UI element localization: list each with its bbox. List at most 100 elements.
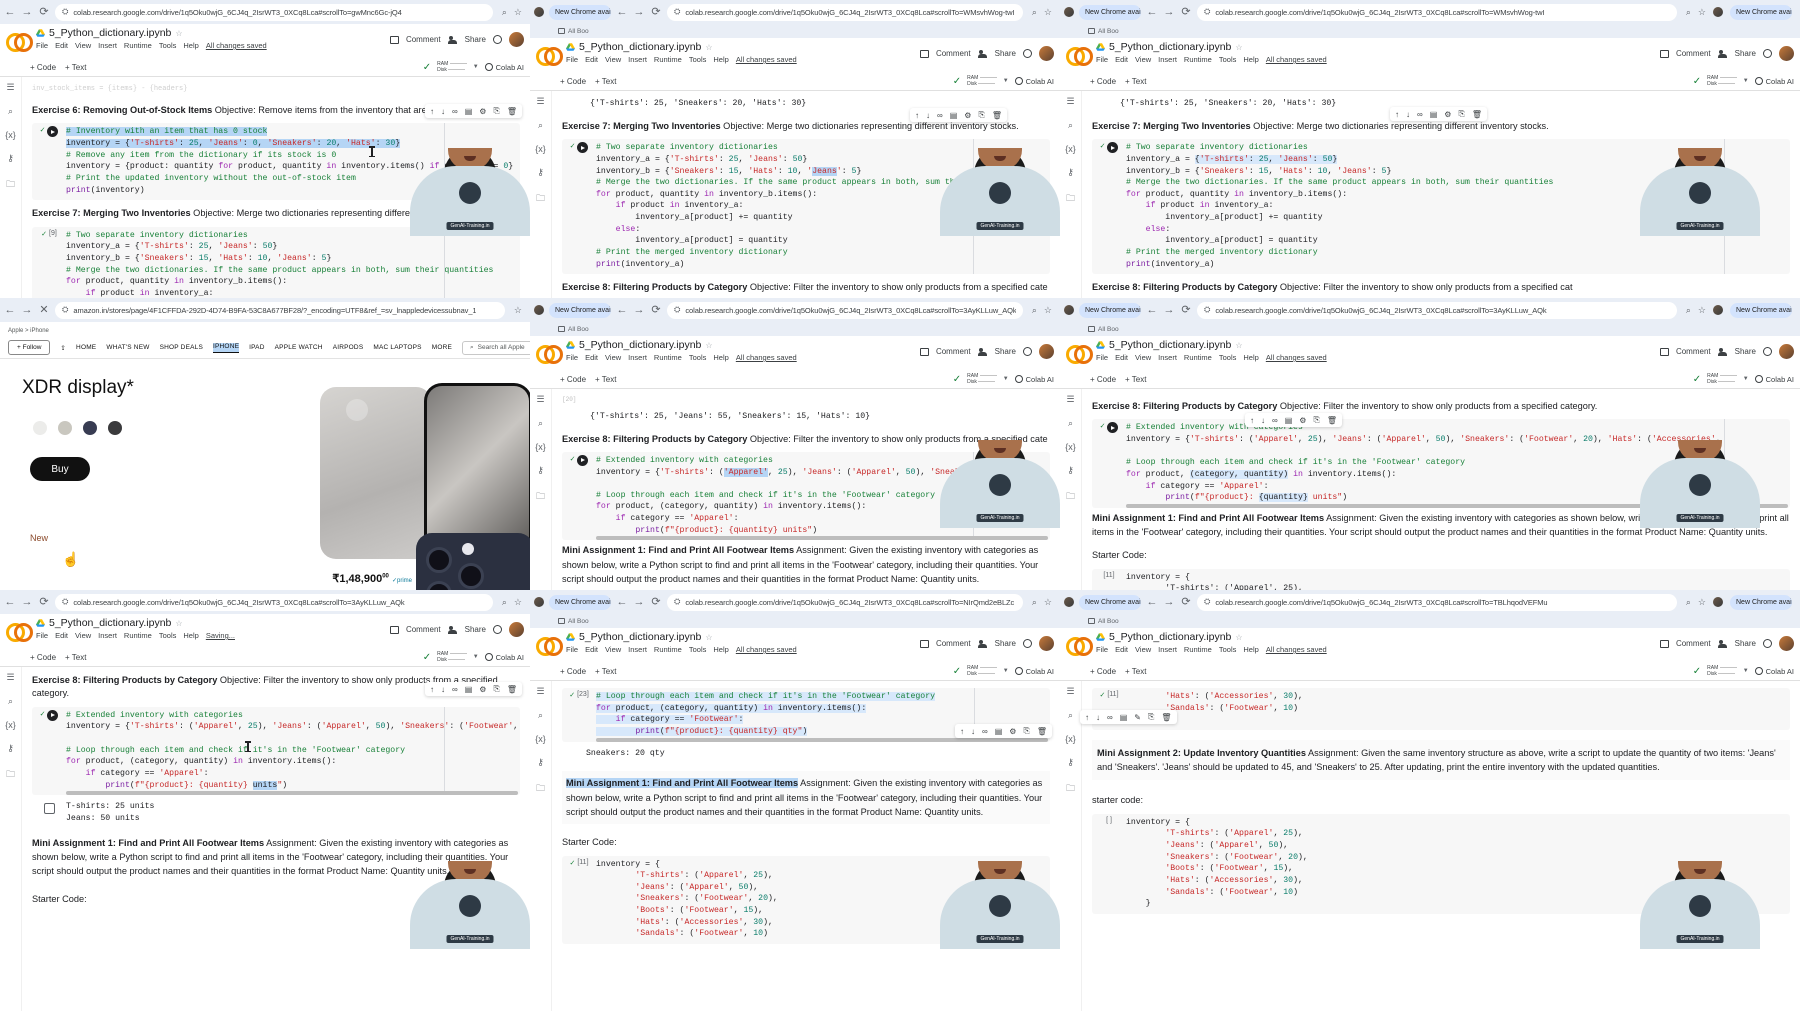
cell-settings-icon[interactable]: ⚙ (479, 685, 486, 694)
ram-disk-meter[interactable]: RAM Disk (1707, 373, 1737, 386)
files-icon[interactable]: 🗀 (6, 177, 15, 193)
reload-icon[interactable]: ⟳ (38, 6, 50, 18)
notebook-title[interactable]: 5_Python_dictionary.ipynb (579, 339, 701, 351)
code-cell-merge[interactable]: ✓ # Two separate inventory dictionaries … (562, 139, 1050, 275)
menu-view[interactable]: View (1135, 645, 1151, 654)
add-code-button[interactable]: + Code (560, 375, 586, 384)
back-icon[interactable]: ← (1146, 6, 1158, 18)
comment-icon[interactable] (1659, 639, 1669, 648)
star-icon[interactable]: ☆ (705, 633, 712, 642)
search-icon[interactable]: ⌕ (8, 106, 13, 117)
forward-icon[interactable]: → (1163, 304, 1175, 316)
code-cell-merge[interactable]: ✓ # Two separate inventory dictionaries … (1092, 139, 1790, 275)
share-icon[interactable] (977, 639, 988, 648)
notebook-title[interactable]: 5_Python_dictionary.ipynb (49, 617, 171, 629)
notebook-title[interactable]: 5_Python_dictionary.ipynb (579, 631, 701, 643)
cell-toolbar-8[interactable]: ↑ ↓ ∞ ▤ ⚙ ⎘ 🗑 (955, 724, 1052, 738)
move-cell-up-icon[interactable]: ↑ (1250, 416, 1254, 425)
delete-cell-icon[interactable]: 🗑 (1037, 727, 1047, 736)
add-text-button[interactable]: + Text (65, 653, 86, 662)
menu-insert[interactable]: Insert (1158, 55, 1177, 64)
notebook-title[interactable]: 5_Python_dictionary.ipynb (1109, 339, 1231, 351)
share-button[interactable]: Share (995, 49, 1016, 58)
back-icon[interactable]: ← (616, 596, 628, 608)
settings-gear-icon[interactable] (1023, 49, 1032, 58)
chevron-down-icon[interactable]: ▼ (473, 654, 479, 660)
profile-avatar-icon-2[interactable] (1713, 597, 1723, 607)
chevron-down-icon[interactable]: ▼ (473, 64, 479, 70)
account-avatar[interactable] (1779, 344, 1794, 359)
star-icon[interactable]: ☆ (175, 29, 182, 38)
copy-cell-icon[interactable]: ⎘ (1148, 712, 1154, 722)
chevron-down-icon[interactable]: ▼ (1003, 668, 1009, 674)
menu-edit[interactable]: Edit (1115, 645, 1128, 654)
comment-icon[interactable] (919, 49, 929, 58)
store-search-box[interactable]: ⌕ Search all Apple (462, 340, 530, 355)
edit-cell-icon[interactable]: ✎ (1134, 713, 1141, 722)
files-icon[interactable]: 🗀 (1066, 489, 1075, 505)
files-icon[interactable]: 🗀 (536, 781, 545, 797)
chrome-update-chip[interactable]: New Chrome availa (549, 4, 611, 20)
toc-icon[interactable]: ☰ (1066, 686, 1074, 697)
ram-disk-meter[interactable]: RAM Disk (437, 651, 467, 664)
menu-tools[interactable]: Tools (689, 55, 707, 64)
settings-gear-icon[interactable] (493, 35, 502, 44)
settings-gear-icon[interactable] (1023, 639, 1032, 648)
chrome-update-chip-2[interactable]: New Chrome availa (1730, 594, 1792, 610)
notebook-title[interactable]: 5_Python_dictionary.ipynb (1109, 631, 1231, 643)
delete-cell-icon[interactable]: 🗑 (507, 107, 517, 116)
move-cell-down-icon[interactable]: ↓ (441, 107, 445, 116)
cell-toolbar-9[interactable]: ↑ ↓ ∞ ▤ ✎ ⎘ 🗑 (1080, 710, 1177, 724)
menu-edit[interactable]: Edit (585, 645, 598, 654)
files-icon[interactable]: 🗀 (1066, 781, 1075, 797)
account-avatar[interactable] (1779, 46, 1794, 61)
share-icon[interactable] (447, 35, 458, 44)
delete-cell-icon[interactable]: 🗑 (1472, 110, 1482, 119)
bookmark-star-icon[interactable]: ☆ (514, 597, 522, 608)
nav-shop-deals[interactable]: SHOP DEALS (160, 344, 203, 351)
menu-file[interactable]: File (36, 41, 48, 50)
stop-loading-icon[interactable]: ✕ (38, 304, 50, 316)
comment-icon[interactable] (1659, 347, 1669, 356)
comment-icon[interactable] (919, 347, 929, 356)
account-avatar[interactable] (1039, 344, 1054, 359)
menu-view[interactable]: View (75, 41, 91, 50)
add-text-button[interactable]: + Text (1125, 667, 1146, 676)
code-cell-filter[interactable]: ✓ # Extended inventory with categories i… (1092, 419, 1790, 508)
menu-runtime[interactable]: Runtime (654, 353, 682, 362)
comment-button[interactable]: Comment (406, 35, 441, 44)
cell-settings-icon[interactable]: ⚙ (1444, 110, 1451, 119)
account-avatar[interactable] (509, 622, 524, 637)
bookmark-all-bookmarks[interactable]: All Boo (1088, 28, 1119, 35)
cell-toolbar-7[interactable]: ↑ ↓ ∞ ▤ ⚙ ⎘ 🗑 (425, 682, 522, 696)
add-text-button[interactable]: + Text (65, 63, 86, 72)
toc-icon[interactable]: ☰ (536, 96, 544, 107)
run-cell-button[interactable] (577, 142, 589, 154)
reload-icon[interactable]: ⟳ (650, 596, 662, 608)
menu-file[interactable]: File (36, 631, 48, 640)
run-cell-button[interactable] (577, 454, 589, 466)
menu-help[interactable]: Help (713, 353, 728, 362)
menu-view[interactable]: View (605, 645, 621, 654)
move-cell-up-icon[interactable]: ↑ (1085, 713, 1089, 722)
menu-runtime[interactable]: Runtime (654, 55, 682, 64)
add-comment-icon[interactable]: ▤ (1285, 416, 1293, 425)
profile-avatar-icon-2[interactable] (1713, 7, 1723, 17)
forward-icon[interactable]: → (21, 596, 33, 608)
forward-icon[interactable]: → (633, 596, 645, 608)
share-icon[interactable] (447, 625, 458, 634)
search-icon[interactable]: ⌕ (538, 418, 543, 429)
add-code-button[interactable]: + Code (30, 653, 56, 662)
star-icon[interactable]: ☆ (705, 341, 712, 350)
share-icon[interactable] (977, 347, 988, 356)
back-icon[interactable]: ← (616, 6, 628, 18)
colab-ai-button[interactable]: Colab AI (1014, 375, 1054, 384)
variables-icon[interactable]: {x} (1065, 734, 1076, 744)
toc-icon[interactable]: ☰ (1066, 394, 1074, 405)
comment-button[interactable]: Comment (936, 639, 971, 648)
zoom-icon[interactable]: ⌕ (1032, 305, 1037, 316)
search-icon[interactable]: ⌕ (538, 710, 543, 721)
copy-cell-icon[interactable]: ⎘ (1313, 415, 1319, 425)
copy-cell-icon[interactable]: ⎘ (1023, 726, 1029, 736)
menu-runtime[interactable]: Runtime (1184, 55, 1212, 64)
